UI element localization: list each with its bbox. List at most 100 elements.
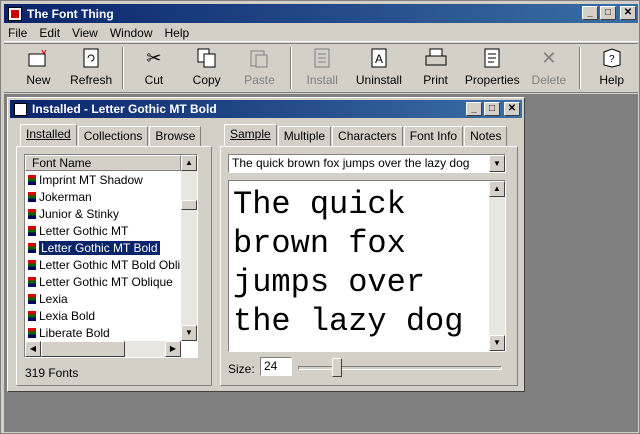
child-close-button[interactable]: ✕ <box>504 102 520 116</box>
delete-x-icon: ✕ <box>541 47 557 68</box>
scroll-up-arrow-icon[interactable]: ▲ <box>181 155 197 171</box>
tab-collections[interactable]: Collections <box>77 126 149 148</box>
list-item[interactable]: Lexia <box>25 290 197 307</box>
tab-characters[interactable]: Characters <box>332 126 403 148</box>
new-folder-icon <box>27 47 49 69</box>
list-item-selected[interactable]: Letter Gothic MT Bold <box>25 239 197 256</box>
child-minimize-button[interactable]: _ <box>466 102 482 116</box>
install-icon <box>311 47 333 69</box>
minimize-button[interactable]: _ <box>582 6 598 20</box>
toolbar-separator <box>289 47 292 89</box>
size-slider-track[interactable] <box>298 366 502 370</box>
scroll-left-arrow-icon[interactable]: ◀ <box>25 341 41 357</box>
refresh-icon <box>80 47 102 69</box>
truetype-font-icon <box>28 174 36 185</box>
delete-button[interactable]: ✕ Delete <box>523 45 576 91</box>
right-tab-strip: Sample Multiple Characters Font Info Not… <box>224 124 508 148</box>
font-list[interactable]: Font Name Imprint MT Shadow Jokerman Jun… <box>24 154 198 358</box>
title-bar[interactable]: The Font Thing _ □ ✕ <box>4 4 638 23</box>
list-item[interactable]: Letter Gothic MT Bold Obli... <box>25 256 197 273</box>
uninstall-button[interactable]: A Uninstall <box>349 45 410 91</box>
installed-fonts-window: Installed - Letter Gothic MT Bold _ □ ✕ … <box>7 97 525 392</box>
tab-sample[interactable]: Sample <box>224 124 277 146</box>
tab-font-info[interactable]: Font Info <box>403 126 464 148</box>
scroll-thumb[interactable] <box>181 200 197 210</box>
svg-text:?: ? <box>609 54 615 65</box>
toolbar-separator <box>121 47 124 89</box>
scroll-right-arrow-icon[interactable]: ▶ <box>165 341 181 357</box>
properties-button[interactable]: Properties <box>462 45 523 91</box>
tab-notes[interactable]: Notes <box>464 126 508 148</box>
application-window: The Font Thing _ □ ✕ File Edit View Wind… <box>0 0 640 434</box>
maximize-button[interactable]: □ <box>600 6 616 20</box>
dropdown-arrow-icon[interactable]: ▼ <box>489 155 505 172</box>
install-button[interactable]: Install <box>296 45 349 91</box>
sample-text-value: The quick brown fox jumps over the lazy … <box>232 156 470 170</box>
truetype-font-icon <box>28 293 36 304</box>
app-icon <box>8 6 22 21</box>
tab-browse[interactable]: Browse <box>149 126 202 148</box>
list-item[interactable]: Liberate Bold <box>25 324 197 341</box>
truetype-font-icon <box>28 242 36 253</box>
truetype-font-icon <box>28 276 36 287</box>
truetype-font-icon <box>28 327 36 338</box>
print-button[interactable]: Print <box>409 45 462 91</box>
copy-button[interactable]: Copy <box>180 45 233 91</box>
font-name-column-header[interactable]: Font Name <box>25 155 181 171</box>
refresh-button[interactable]: Refresh <box>65 45 118 91</box>
list-item[interactable]: Lexia Bold <box>25 307 197 324</box>
copy-icon <box>196 47 218 69</box>
menu-help[interactable]: Help <box>165 26 190 40</box>
font-list-items: Imprint MT Shadow Jokerman Junior & Stin… <box>25 171 197 341</box>
preview-line: brown fox <box>233 225 406 262</box>
child-window-icon <box>14 102 27 116</box>
scroll-down-arrow-icon[interactable]: ▼ <box>181 325 197 341</box>
menu-edit[interactable]: Edit <box>39 26 60 40</box>
tab-installed[interactable]: Installed <box>20 124 77 146</box>
properties-icon <box>481 47 503 69</box>
scissors-icon: ✂ <box>146 47 162 68</box>
preview-vertical-scrollbar[interactable]: ▲ ▼ <box>489 181 505 351</box>
list-item[interactable]: Imprint MT Shadow <box>25 171 197 188</box>
sample-text-dropdown[interactable]: The quick brown fox jumps over the lazy … <box>228 154 506 173</box>
toolbar-separator <box>579 47 582 89</box>
list-item[interactable]: Jokerman <box>25 188 197 205</box>
child-title-bar[interactable]: Installed - Letter Gothic MT Bold _ □ ✕ <box>10 100 522 118</box>
preview-line: the lazy dog <box>233 303 464 340</box>
size-label: Size: <box>228 362 255 376</box>
list-item[interactable]: Junior & Stinky <box>25 205 197 222</box>
menu-file[interactable]: File <box>8 26 27 40</box>
font-preview-area: The quick brown fox jumps over the lazy … <box>228 180 506 352</box>
size-slider-thumb[interactable] <box>332 358 342 377</box>
menu-window[interactable]: Window <box>110 26 153 40</box>
list-item[interactable]: Letter Gothic MT Oblique <box>25 273 197 290</box>
tab-multiple[interactable]: Multiple <box>277 126 332 148</box>
child-maximize-button[interactable]: □ <box>484 102 500 116</box>
font-count-status: 319 Fonts <box>25 366 79 380</box>
menu-view[interactable]: View <box>72 26 98 40</box>
font-list-horizontal-scrollbar[interactable]: ◀ ▶ <box>25 341 181 357</box>
help-button[interactable]: ? Help <box>585 45 638 91</box>
paste-button[interactable]: Paste <box>233 45 286 91</box>
preview-text: The quick brown fox jumps over the lazy … <box>233 185 489 341</box>
scroll-up-arrow-icon[interactable]: ▲ <box>489 181 505 197</box>
close-button[interactable]: ✕ <box>620 6 636 20</box>
child-window-title: Installed - Letter Gothic MT Bold <box>32 102 217 116</box>
app-title: The Font Thing <box>27 6 114 21</box>
list-item[interactable]: Letter Gothic MT <box>25 222 197 239</box>
printer-icon <box>425 47 447 69</box>
svg-text:A: A <box>375 52 383 66</box>
truetype-font-icon <box>28 310 36 321</box>
truetype-font-icon <box>28 259 36 270</box>
scroll-thumb-horizontal[interactable] <box>41 341 125 357</box>
cut-button[interactable]: ✂ Cut <box>128 45 181 91</box>
preview-line: jumps over <box>233 264 426 301</box>
truetype-font-icon <box>28 225 36 236</box>
size-input[interactable]: 24 <box>260 357 292 376</box>
preview-line: The quick <box>233 186 406 223</box>
scroll-down-arrow-icon[interactable]: ▼ <box>489 335 505 351</box>
font-list-vertical-scrollbar[interactable]: ▲ ▼ <box>181 155 197 341</box>
new-button[interactable]: New <box>12 45 65 91</box>
help-book-icon: ? <box>601 47 623 69</box>
toolbar: New Refresh ✂ Cut Copy Paste Install A U… <box>4 43 638 93</box>
